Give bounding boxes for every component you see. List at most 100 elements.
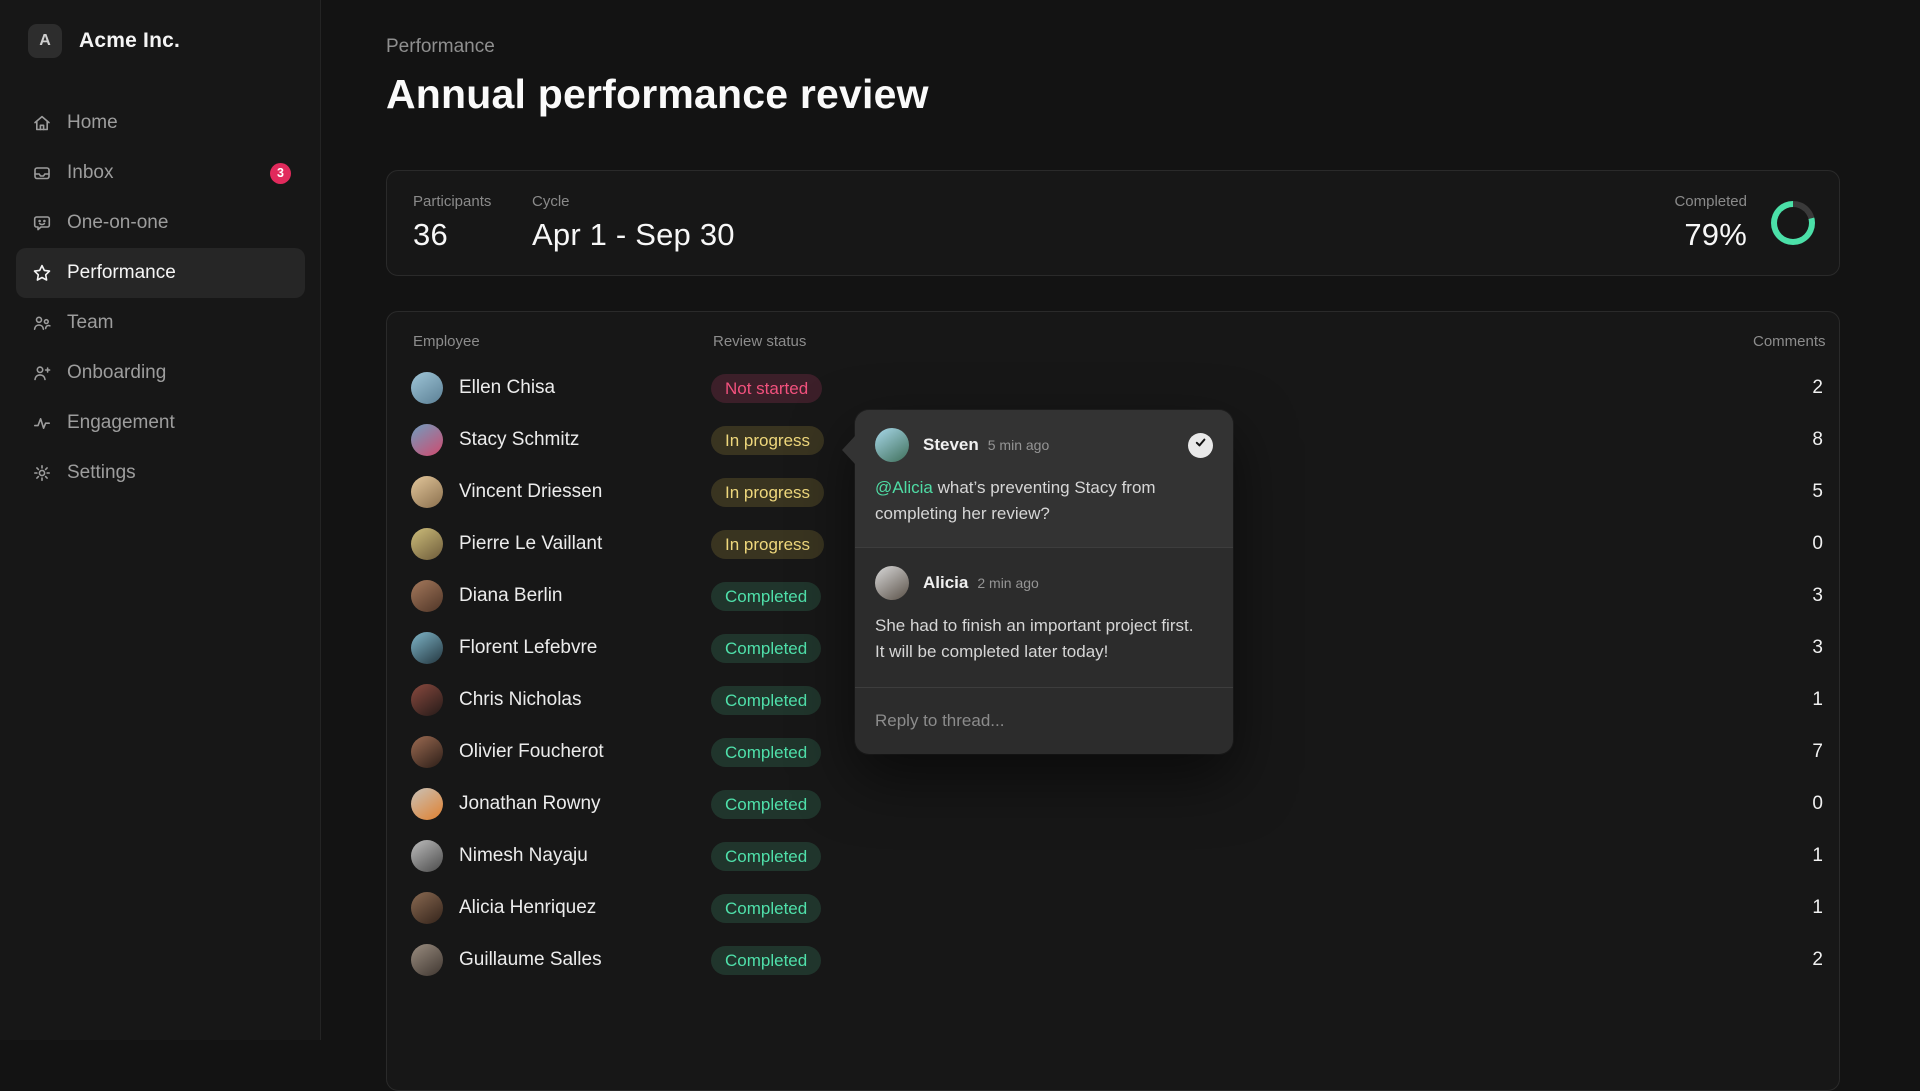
employee-cell: Jonathan Rowny <box>411 788 711 820</box>
comments-count: 3 <box>1753 637 1823 659</box>
mention-link[interactable]: @Alicia <box>875 478 933 497</box>
sidebar-item-one-on-one[interactable]: One-on-one <box>16 198 305 248</box>
sidebar-item-label: Performance <box>67 262 176 284</box>
table-row[interactable]: Nimesh Nayaju Completed 1 <box>411 830 1823 882</box>
employee-cell: Vincent Driessen <box>411 476 711 508</box>
sidebar-item-label: Onboarding <box>67 362 166 384</box>
column-comments: Comments <box>1753 333 1823 350</box>
employee-avatar <box>411 892 443 924</box>
comments-count: 1 <box>1753 845 1823 867</box>
sidebar-item-home[interactable]: Home <box>16 98 305 148</box>
employee-avatar <box>411 580 443 612</box>
sidebar-item-team[interactable]: Team <box>16 298 305 348</box>
table-row[interactable]: Ellen ChisaNot started2 <box>411 362 1823 414</box>
status-badge[interactable]: In progress <box>711 530 824 559</box>
cycle-stat: Cycle Apr 1 - Sep 30 <box>532 193 735 253</box>
inbox-icon <box>32 163 52 183</box>
sidebar-item-onboarding[interactable]: Onboarding <box>16 348 305 398</box>
employee-name: Nimesh Nayaju <box>459 845 588 867</box>
employee-name: Pierre Le Vaillant <box>459 533 602 555</box>
comment-author-name: Steven <box>923 435 979 455</box>
completed-label: Completed <box>1674 193 1747 210</box>
sidebar-item-inbox[interactable]: Inbox3 <box>16 148 305 198</box>
table-row[interactable]: Guillaume SallesCompleted2 <box>411 934 1823 986</box>
comments-count: 5 <box>1753 481 1823 503</box>
employee-avatar <box>411 424 443 456</box>
employee-avatar <box>411 944 443 976</box>
status-badge[interactable]: Completed <box>711 582 821 611</box>
check-icon <box>1194 436 1207 454</box>
sidebar-item-performance[interactable]: Performance <box>16 248 305 298</box>
employee-name: Diana Berlin <box>459 585 563 607</box>
employee-cell: Guillaume Salles <box>411 944 711 976</box>
comments-count: 1 <box>1753 689 1823 711</box>
sidebar-item-label: One-on-one <box>67 212 168 234</box>
cycle-value: Apr 1 - Sep 30 <box>532 217 735 253</box>
sidebar: A Acme Inc. HomeInbox3 One-on-one Performa… <box>0 0 321 1040</box>
participants-stat: Participants 36 <box>413 193 532 253</box>
breadcrumb: Performance <box>386 36 1840 58</box>
comment-author-avatar <box>875 428 909 462</box>
status-badge[interactable]: Completed <box>711 738 821 767</box>
cycle-summary-card: Participants 36 Cycle Apr 1 - Sep 30 Com… <box>386 170 1840 276</box>
status-badge[interactable]: Not started <box>711 374 822 403</box>
comment-timestamp: 5 min ago <box>988 437 1049 453</box>
comment-author-avatar <box>875 566 909 600</box>
unread-count-badge: 3 <box>270 163 291 184</box>
employee-avatar <box>411 736 443 768</box>
sidebar-item-label: Engagement <box>67 412 175 434</box>
status-cell: Completed <box>711 790 1753 819</box>
employee-cell: Chris Nicholas <box>411 684 711 716</box>
completed-value: 79% <box>1674 217 1747 253</box>
column-review-status: Review status <box>713 333 1753 350</box>
reply-input[interactable]: Reply to thread... <box>855 687 1233 754</box>
status-badge[interactable]: In progress <box>711 478 824 507</box>
comments-count: 0 <box>1753 533 1823 555</box>
gear-icon <box>32 463 52 483</box>
employee-avatar <box>411 372 443 404</box>
employee-avatar <box>411 684 443 716</box>
employee-name: Chris Nicholas <box>459 689 581 711</box>
status-cell: Completed <box>711 946 1753 975</box>
status-badge[interactable]: Completed <box>711 894 821 923</box>
status-cell: Completed <box>711 894 1753 923</box>
company-logo: A <box>28 24 62 58</box>
company-name: Acme Inc. <box>79 29 180 53</box>
user-plus-icon <box>32 363 52 383</box>
thread-comment: Alicia 2 min ago She had to finish an impo… <box>855 547 1233 687</box>
table-header: Employee Review status Comments <box>411 333 1823 350</box>
popup-tail <box>842 436 855 464</box>
status-badge[interactable]: Completed <box>711 842 821 871</box>
status-badge[interactable]: Completed <box>711 634 821 663</box>
status-badge[interactable]: Completed <box>711 946 821 975</box>
comments-count: 3 <box>1753 585 1823 607</box>
table-row[interactable]: Alicia HenriquezCompleted1 <box>411 882 1823 934</box>
status-badge[interactable]: Completed <box>711 790 821 819</box>
sidebar-item-engagement[interactable]: Engagement <box>16 398 305 448</box>
workspace-switcher[interactable]: A Acme Inc. <box>0 0 320 58</box>
participants-label: Participants <box>413 193 532 210</box>
employee-name: Guillaume Salles <box>459 949 602 971</box>
employee-cell: Ellen Chisa <box>411 372 711 404</box>
resolve-thread-button[interactable] <box>1188 433 1213 458</box>
comment-thread-popup: Steven5 min ago@Alicia what’s preventing… <box>855 410 1233 754</box>
cycle-label: Cycle <box>532 193 735 210</box>
comment-author-name: Alicia <box>923 573 968 593</box>
employee-name: Florent Lefebvre <box>459 637 597 659</box>
comment-timestamp: 2 min ago <box>977 575 1038 591</box>
comment-text: She had to finish an important project f… <box>875 613 1205 665</box>
status-badge[interactable]: In progress <box>711 426 824 455</box>
progress-ring <box>1771 201 1815 245</box>
comments-count: 1 <box>1753 897 1823 919</box>
employee-cell: Nimesh Nayaju <box>411 840 711 872</box>
sidebar-nav: HomeInbox3 One-on-one Performance Team Onboa… <box>16 98 305 498</box>
table-row[interactable]: Jonathan RownyCompleted0 <box>411 778 1823 830</box>
employee-cell: Florent Lefebvre <box>411 632 711 664</box>
participants-value: 36 <box>413 217 532 253</box>
employee-name: Jonathan Rowny <box>459 793 601 815</box>
team-icon <box>32 313 52 333</box>
employee-avatar <box>411 632 443 664</box>
employee-avatar <box>411 528 443 560</box>
status-badge[interactable]: Completed <box>711 686 821 715</box>
sidebar-item-settings[interactable]: Settings <box>16 448 305 498</box>
